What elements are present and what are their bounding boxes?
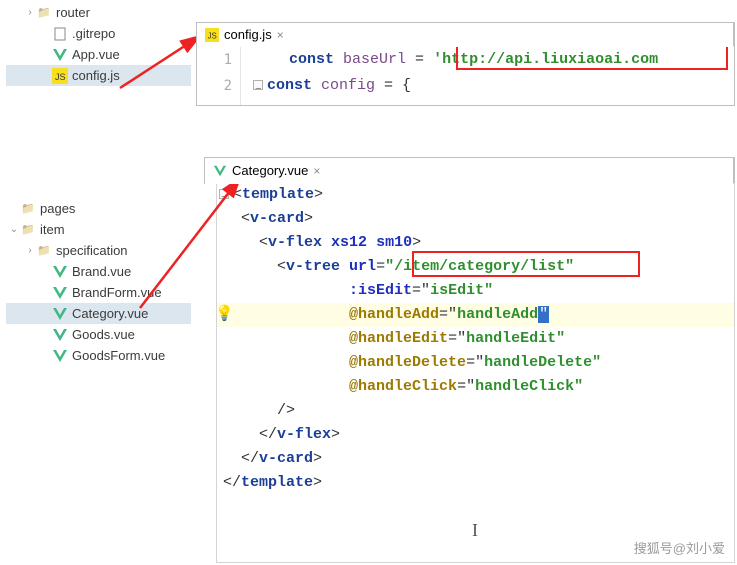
code-line: <v-tree url="/item/category/list" xyxy=(217,255,734,279)
code-line-highlighted: 💡 @handleAdd="handleAdd" xyxy=(217,303,734,327)
svg-text:JS: JS xyxy=(208,31,217,40)
code-line: @handleClick="handleClick" xyxy=(217,375,734,399)
code-line: </v-flex> xyxy=(217,423,734,447)
tree-item-gitrepo[interactable]: .gitrepo xyxy=(6,23,191,44)
js-icon: JS xyxy=(52,68,68,84)
fold-icon[interactable] xyxy=(253,80,263,90)
tree-item-brand[interactable]: Brand.vue xyxy=(6,261,191,282)
tree-label: Brand.vue xyxy=(72,264,131,279)
tree-item-item[interactable]: ⌄ item xyxy=(6,219,191,240)
tab-category-vue[interactable]: Category.vue × xyxy=(205,158,734,184)
tree-label: .gitrepo xyxy=(72,26,115,41)
vue-icon xyxy=(213,164,227,178)
tree-item-router[interactable]: › router xyxy=(6,2,191,23)
code-area[interactable]: const baseUrl = 'http://api.liuxiaoai.co… xyxy=(253,47,734,99)
folder-icon xyxy=(20,201,36,217)
code-line: </template> xyxy=(217,471,734,495)
line-number: 2 xyxy=(197,73,240,99)
tree-label: router xyxy=(56,5,90,20)
vue-icon xyxy=(52,306,68,322)
code-line: const config = { xyxy=(253,73,734,99)
tree-label: GoodsForm.vue xyxy=(72,348,165,363)
code-line: </v-card> xyxy=(217,447,734,471)
code-line: const baseUrl = 'http://api.liuxiaoai.co… xyxy=(253,47,734,73)
tab-label: Category.vue xyxy=(232,163,308,178)
tree-item-goods[interactable]: Goods.vue xyxy=(6,324,191,345)
vue-icon xyxy=(52,47,68,63)
text-caret-icon: I xyxy=(472,520,478,541)
vue-icon xyxy=(52,348,68,364)
tree-item-specification[interactable]: › specification xyxy=(6,240,191,261)
file-icon xyxy=(52,26,68,42)
tab-config-js[interactable]: JS config.js × xyxy=(197,23,734,47)
project-tree-top: › router .gitrepo App.vue JS config.js xyxy=(6,2,191,86)
vue-icon xyxy=(52,285,68,301)
code-line: @handleEdit="handleEdit" xyxy=(217,327,734,351)
fold-icon[interactable] xyxy=(219,189,229,199)
tree-label: config.js xyxy=(72,68,120,83)
tree-label: Category.vue xyxy=(72,306,148,321)
tree-label: specification xyxy=(56,243,128,258)
js-icon: JS xyxy=(205,28,219,42)
folder-icon xyxy=(36,5,52,21)
tree-item-category[interactable]: Category.vue xyxy=(6,303,191,324)
tree-label: BrandForm.vue xyxy=(72,285,162,300)
code-line: <template> xyxy=(217,183,734,207)
code-line: <v-card> xyxy=(217,207,734,231)
svg-text:JS: JS xyxy=(55,72,66,82)
bulb-icon[interactable]: 💡 xyxy=(216,303,229,327)
caret-selection: " xyxy=(538,306,549,323)
tab-bar-bottom: Category.vue × xyxy=(204,157,735,183)
folder-icon xyxy=(20,222,36,238)
tree-item-brandform[interactable]: BrandForm.vue xyxy=(6,282,191,303)
close-icon[interactable]: × xyxy=(277,28,284,42)
close-icon[interactable]: × xyxy=(313,164,320,178)
tree-item-app-vue[interactable]: App.vue xyxy=(6,44,191,65)
vue-icon xyxy=(52,327,68,343)
tree-label: App.vue xyxy=(72,47,120,62)
code-line: /> xyxy=(217,399,734,423)
tab-bar-top: JS config.js × xyxy=(196,22,735,46)
code-line: @handleDelete="handleDelete" xyxy=(217,351,734,375)
code-line: :isEdit="isEdit" xyxy=(217,279,734,303)
tree-item-goodsform[interactable]: GoodsForm.vue xyxy=(6,345,191,366)
watermark: 搜狐号@刘小爱 xyxy=(634,538,725,557)
tree-item-pages[interactable]: pages xyxy=(6,198,191,219)
tab-label: config.js xyxy=(224,27,272,42)
chevron-right-icon[interactable]: › xyxy=(24,7,36,18)
editor-category-vue[interactable]: <template> <v-card> <v-flex xs12 sm10> <… xyxy=(204,157,735,563)
chevron-right-icon[interactable]: › xyxy=(24,245,36,256)
folder-icon xyxy=(36,243,52,259)
tree-label: pages xyxy=(40,201,75,216)
tree-label: item xyxy=(40,222,65,237)
chevron-down-icon[interactable]: ⌄ xyxy=(8,224,20,235)
vue-icon xyxy=(52,264,68,280)
gutter: 1 2 xyxy=(197,47,241,105)
code-line: <v-flex xs12 sm10> xyxy=(217,231,734,255)
code-area[interactable]: <template> <v-card> <v-flex xs12 sm10> <… xyxy=(216,183,735,563)
line-number: 1 xyxy=(197,47,240,73)
project-tree-bottom: pages ⌄ item › specification Brand.vue B… xyxy=(6,198,191,366)
tree-item-config-js[interactable]: JS config.js xyxy=(6,65,191,86)
tree-label: Goods.vue xyxy=(72,327,135,342)
